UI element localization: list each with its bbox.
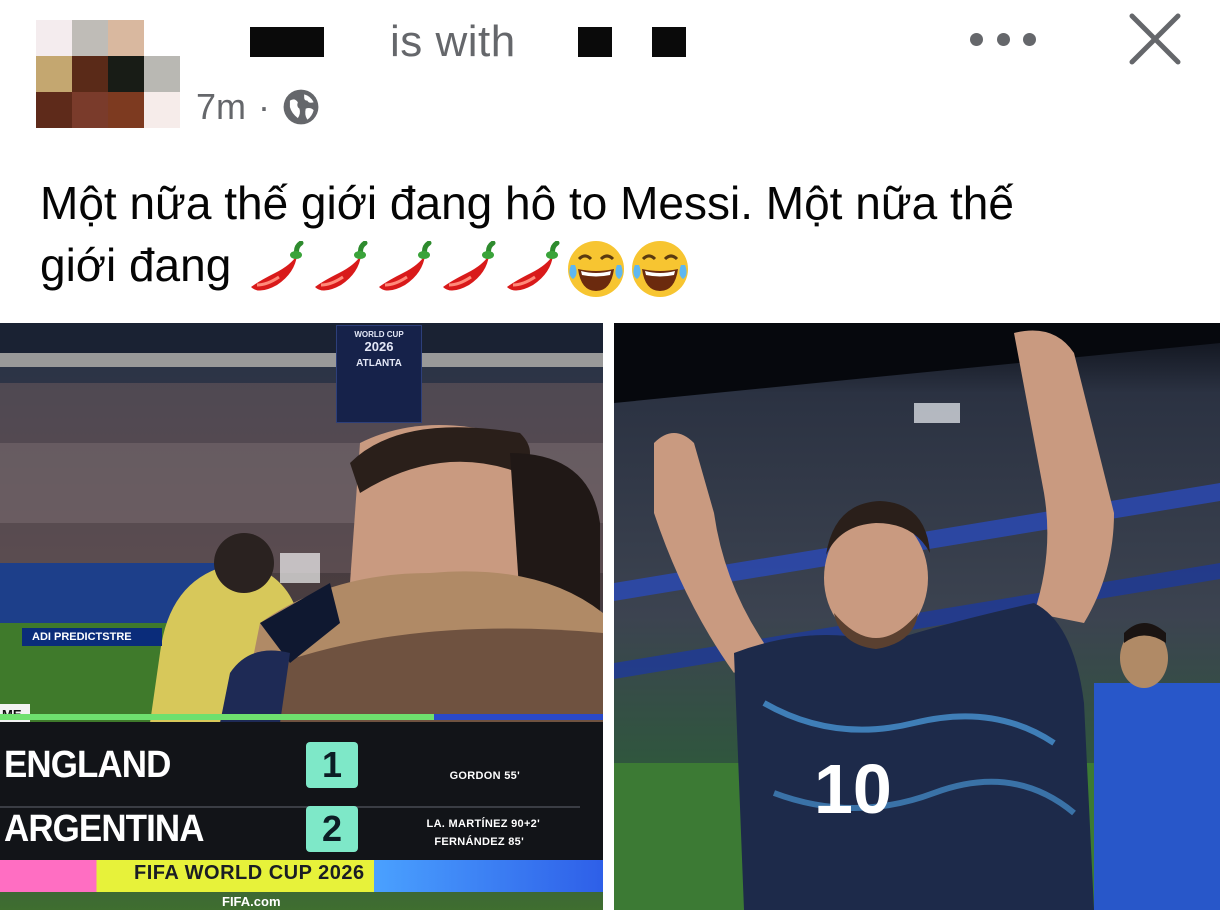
avatar[interactable] — [36, 20, 180, 128]
post-photo-2[interactable]: 10 — [614, 323, 1220, 910]
author-line: is with — [250, 14, 686, 70]
close-icon[interactable] — [1126, 10, 1184, 68]
hot-pepper-emoji-icon — [379, 240, 432, 291]
hot-pepper-emoji-icon — [507, 240, 560, 291]
fifa-url: FIFA.com — [222, 894, 281, 909]
post-header: is with 7m · — [0, 0, 1220, 140]
post-body: Một nữa thế giới đang hô to Messi. Một n… — [40, 172, 1190, 299]
score-argentina: 2 — [306, 806, 358, 852]
team-argentina: ARGENTINA — [4, 808, 204, 850]
emoji-row — [245, 239, 693, 299]
scoreboard-top-stripe — [0, 714, 603, 720]
more-dot — [970, 32, 983, 46]
post-text-line2: giới đang — [40, 239, 232, 291]
world-cup-banner: WORLD CUP 2026 ATLANTA — [336, 325, 422, 423]
more-options-button[interactable] — [970, 22, 1036, 56]
banner-line3: ATLANTA — [356, 358, 402, 369]
team-england: ENGLAND — [4, 744, 171, 786]
more-dot — [1023, 32, 1036, 46]
banner-line2: 2026 — [364, 339, 394, 354]
scoreboard-body: ENGLAND 1 GORDON 55' ARGENTINA 2 LA. MAR… — [0, 722, 603, 860]
meta-separator: · — [258, 86, 271, 127]
scorer-england-1: GORDON 55' — [449, 770, 520, 782]
tears-of-joy-emoji-icon — [568, 240, 625, 297]
scoreboard: ME ENGLAND 1 GORDON 55' ARGENTINA 2 LA. … — [0, 704, 603, 910]
post-text-line1: Một nữa thế giới đang hô to Messi. Một n… — [40, 177, 1014, 229]
score-england: 1 — [306, 742, 358, 788]
redacted-tagged-name[interactable] — [577, 27, 612, 57]
post-meta: 7m · — [196, 86, 320, 128]
hot-pepper-emoji-icon — [443, 240, 496, 291]
hot-pepper-emoji-icon — [315, 240, 368, 291]
tears-of-joy-emoji-icon — [632, 240, 689, 297]
post-time[interactable]: 7m — [196, 86, 246, 128]
globe-icon — [283, 89, 319, 125]
banner-line1: WORLD CUP — [354, 330, 404, 339]
celebration-image: 10 — [614, 323, 1220, 910]
redacted-tagged-name-2[interactable] — [651, 27, 686, 57]
scorer-argentina-1: LA. MARTÍNEZ 90+2' — [426, 818, 540, 830]
hot-pepper-emoji-icon — [251, 240, 304, 291]
redacted-author-name[interactable] — [250, 27, 324, 57]
ad-board: ADI PREDICTSTRE — [22, 628, 162, 646]
svg-text:10: 10 — [814, 750, 892, 828]
more-dot — [996, 32, 1010, 46]
with-label: is with — [390, 17, 516, 66]
post-text-line2-row: giới đang — [40, 234, 1190, 299]
scoreboard-footer-text: FIFA WORLD CUP 2026 — [134, 862, 365, 884]
scorer-argentina-2: FERNÁNDEZ 85' — [434, 836, 524, 848]
